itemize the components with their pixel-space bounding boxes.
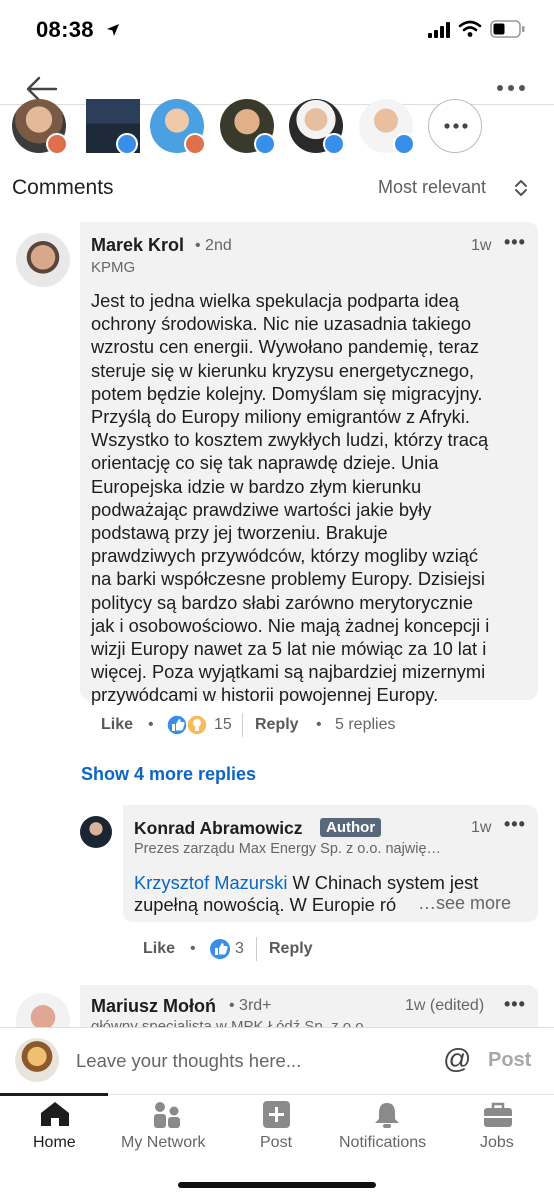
like-reaction-icon <box>393 133 415 155</box>
like-reaction-icon <box>323 133 345 155</box>
author-badge: Author <box>320 818 382 837</box>
separator-dot: • <box>316 716 322 733</box>
my-avatar <box>15 1038 59 1082</box>
comment-text-line: wzrostu cen energii. Wywołano pandemię, … <box>91 336 479 358</box>
post-button[interactable]: Post <box>488 1049 531 1072</box>
comment-time: 1w (edited) <box>405 997 485 1014</box>
insightful-reaction-icon <box>186 714 208 736</box>
avatar[interactable] <box>80 816 112 848</box>
action-divider <box>242 713 243 737</box>
avatar[interactable] <box>16 233 70 287</box>
comment-text-line: więcej. Poza wyjątkami są najbardziej mi… <box>91 661 486 683</box>
comment-text-line: przywódcami w historii powojennej Europy… <box>91 684 439 706</box>
like-reaction-icon <box>116 133 138 155</box>
connection-degree: • 3rd+ <box>229 997 272 1014</box>
comment-text-line: politycy są bardzo słabi zarówno merytor… <box>91 591 474 613</box>
tab-label-home: Home <box>33 1134 76 1151</box>
comment-text-line: jak i osobowościowo. Nie mają żadnej kon… <box>91 614 490 636</box>
like-reaction-icon <box>254 133 276 155</box>
like-reaction-icon <box>166 714 188 736</box>
sort-dropdown[interactable]: Most relevant <box>378 177 486 198</box>
comment-2-clip: Mariusz Mołoń • 3rd+ 1w (edited) ••• głó… <box>0 985 554 1028</box>
mention-at-button[interactable]: @ <box>443 1043 471 1075</box>
heart-reaction-icon <box>184 133 206 155</box>
comment-text-line: prawdziwych przywódców, którzy mogliby w… <box>91 545 479 567</box>
commenter-name[interactable]: Konrad Abramowicz <box>134 818 303 839</box>
commenter-name[interactable]: Marek Krol <box>91 235 184 256</box>
mention-link[interactable]: Krzysztof Mazurski <box>134 872 287 893</box>
comment-text: Jest to jedna wielka spekulacja podparta… <box>91 289 531 707</box>
bell-icon <box>375 1103 399 1128</box>
tab-label-post: Post <box>260 1134 293 1151</box>
more-options-icon[interactable] <box>496 84 526 92</box>
comment-text-line: potem będzie kolejny. Domyślam się migra… <box>91 382 483 404</box>
comment-options-button[interactable]: ••• <box>504 994 526 1015</box>
like-reaction-icon[interactable] <box>209 938 231 960</box>
comment-options-button[interactable]: ••• <box>504 232 526 253</box>
comment-input[interactable]: Leave your thoughts here... <box>76 1050 301 1072</box>
reply-button[interactable]: Reply <box>255 716 299 734</box>
heart-reaction-icon <box>46 133 68 155</box>
comment-text-line: podważając prawdziwe wartości jakie były <box>91 498 432 520</box>
comment-text-line: na barki współczesne problemy Europy. Dz… <box>91 568 485 590</box>
briefcase-icon <box>484 1102 512 1127</box>
tab-label-notifications: Notifications <box>339 1134 427 1151</box>
reply-text-line-2: zupełną nowością. W Europie ró <box>134 894 397 915</box>
reply-button[interactable]: Reply <box>269 940 313 958</box>
ellipsis-icon <box>444 123 468 129</box>
back-arrow-icon[interactable] <box>26 76 58 102</box>
tab-label-my-network: My Network <box>121 1134 206 1151</box>
comment-text-line: orientację co się tak naprawdę dzieje. U… <box>91 452 439 474</box>
comment-text-line: ochrony środowiska. Nic nie uzasadnia ta… <box>91 313 472 335</box>
reply-text-line-1: Krzysztof Mazurski W Chinach system jest <box>134 872 479 893</box>
input-bar-divider <box>0 1027 554 1028</box>
home-icon <box>41 1102 69 1126</box>
plus-icon <box>263 1101 290 1128</box>
comment-text-line: steruje się w kierunku kryzysu energetyc… <box>91 359 475 381</box>
see-more-link[interactable]: …see more <box>418 893 511 914</box>
reaction-count[interactable]: 3 <box>235 940 244 958</box>
separator-dot: • <box>148 716 154 733</box>
location-arrow-icon <box>107 24 120 36</box>
comment-text-line: Jest to jedna wielka spekulacja podparta… <box>91 290 459 311</box>
comment-time: 1w <box>471 237 492 254</box>
comment-time: 1w <box>471 819 492 836</box>
comment-text-line: wizji Europy nawet za 5 lat nie mówiąc z… <box>91 638 487 660</box>
action-divider <box>256 937 257 961</box>
comment-options-button[interactable]: ••• <box>504 814 526 835</box>
comment-text-line: podstawą przy jej tworzeniu. Brakuje <box>91 522 388 544</box>
commenter-name[interactable]: Mariusz Mołoń <box>91 996 216 1017</box>
reaction-icons[interactable] <box>166 714 210 736</box>
avatar[interactable] <box>16 993 70 1028</box>
replies-count[interactable]: 5 replies <box>335 716 395 734</box>
battery-icon <box>490 20 525 38</box>
active-tab-indicator <box>0 1093 108 1096</box>
sort-chevron-icon[interactable] <box>514 178 528 198</box>
more-reactors-button[interactable] <box>428 99 482 153</box>
commenter-headline: KPMG <box>91 259 136 276</box>
cellular-signal-icon <box>428 22 450 38</box>
show-more-replies-link[interactable]: Show 4 more replies <box>81 764 256 785</box>
home-indicator <box>178 1182 376 1188</box>
like-button[interactable]: Like <box>143 940 175 958</box>
status-time: 08:38 <box>36 17 120 43</box>
comment-text-line: Wszystko to kosztem zwykłych ludzi, któr… <box>91 429 489 451</box>
tab-label-jobs: Jobs <box>480 1134 514 1151</box>
like-button[interactable]: Like <box>101 716 133 734</box>
reaction-count[interactable]: 15 <box>214 716 232 734</box>
comment-text-line: Przyślą do Europy miliony emigrantów z A… <box>91 406 470 428</box>
network-icon <box>154 1102 180 1128</box>
commenter-headline: Prezes zarządu Max Energy Sp. z o.o. naj… <box>134 841 442 857</box>
connection-degree: • 2nd <box>195 237 232 254</box>
comment-text-line: Europejska idzie w bardzo złym kierunku <box>91 475 422 497</box>
wifi-icon <box>458 20 482 37</box>
comments-title: Comments <box>12 176 114 199</box>
separator-dot: • <box>190 940 196 957</box>
